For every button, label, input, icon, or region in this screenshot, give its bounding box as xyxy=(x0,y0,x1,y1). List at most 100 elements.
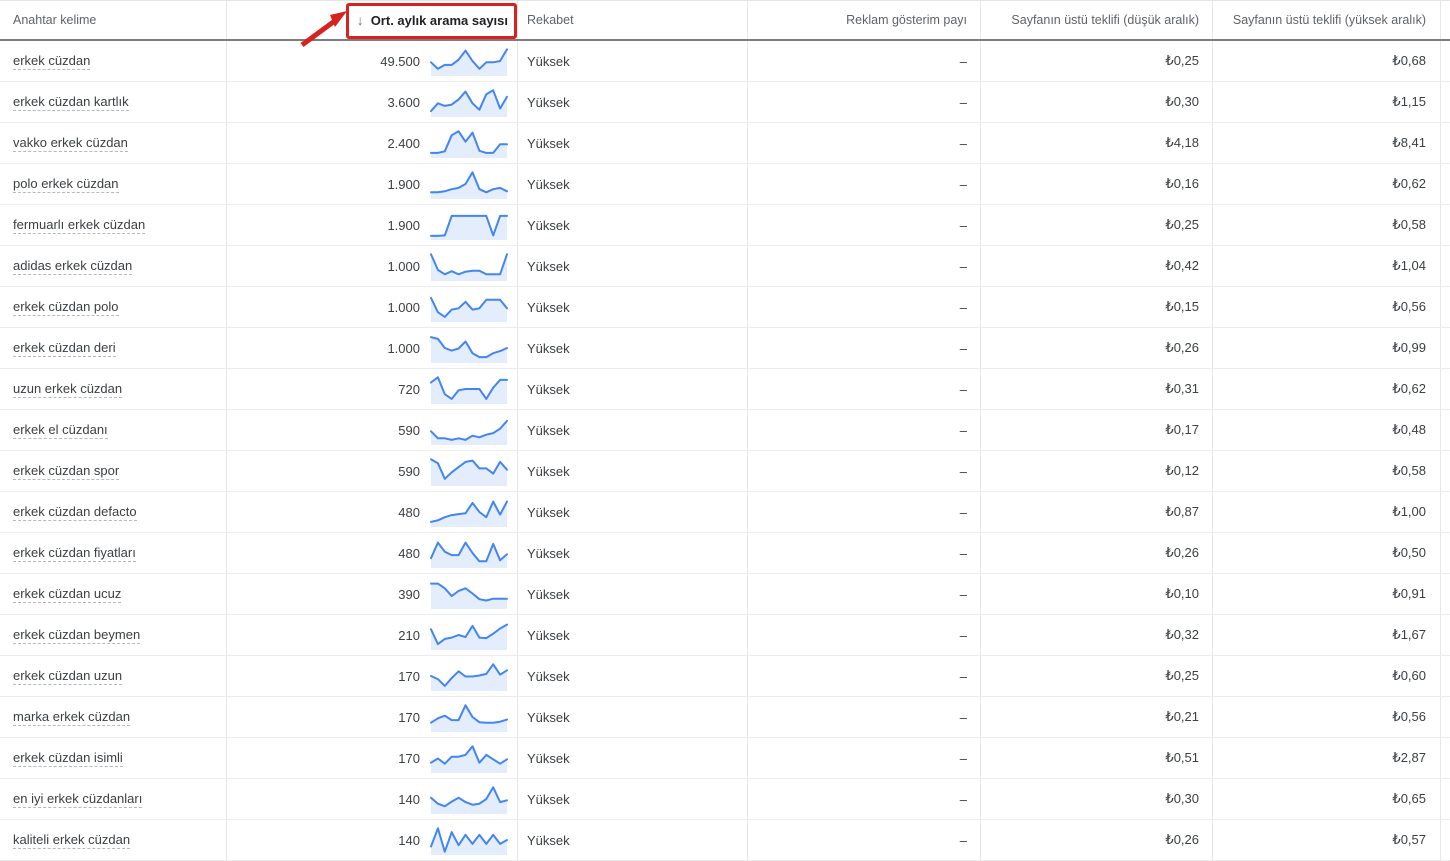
column-header-ad-impression-share[interactable]: Reklam gösterim payı xyxy=(748,1,981,39)
competition-value: Yüksek xyxy=(527,710,570,725)
keyword-link[interactable]: erkek cüzdan uzun xyxy=(13,668,122,685)
trend-sparkline xyxy=(429,87,509,117)
ad-impression-share-cell: – xyxy=(748,369,981,409)
competition-cell: Yüksek xyxy=(518,287,748,327)
competition-cell: Yüksek xyxy=(518,615,748,655)
row-right-gutter xyxy=(1441,410,1450,450)
keyword-ideas-table: Anahtar kelime ↓ Ort. aylık arama sayısı… xyxy=(0,0,1450,861)
ad-impression-share-cell: – xyxy=(748,492,981,532)
table-row: erkek cüzdan 49.500 Yüksek – ₺0,25 ₺0,68 xyxy=(0,41,1450,82)
competition-cell: Yüksek xyxy=(518,82,748,122)
keyword-cell: fermuarlı erkek cüzdan xyxy=(0,205,227,245)
keyword-link[interactable]: erkek cüzdan isimli xyxy=(13,750,123,767)
keyword-link[interactable]: kaliteli erkek cüzdan xyxy=(13,832,130,849)
table-row: fermuarlı erkek cüzdan 1.900 Yüksek – ₺0… xyxy=(0,205,1450,246)
keyword-link[interactable]: erkek el cüzdanı xyxy=(13,422,108,439)
top-bid-low-cell: ₺0,87 xyxy=(981,492,1213,532)
competition-cell: Yüksek xyxy=(518,656,748,696)
top-bid-high-cell: ₺0,58 xyxy=(1213,205,1441,245)
top-bid-low-value: ₺0,26 xyxy=(1165,832,1199,848)
ad-impression-share-cell: – xyxy=(748,533,981,573)
ad-impression-share-cell: – xyxy=(748,164,981,204)
ad-impression-share-value: – xyxy=(960,382,967,397)
search-volume-value: 1.000 xyxy=(387,300,420,315)
competition-value: Yüksek xyxy=(527,382,570,397)
trend-sparkline xyxy=(429,538,509,568)
top-bid-high-cell: ₺0,58 xyxy=(1213,451,1441,491)
keyword-link[interactable]: en iyi erkek cüzdanları xyxy=(13,791,142,808)
competition-cell: Yüksek xyxy=(518,123,748,163)
keyword-link[interactable]: polo erkek cüzdan xyxy=(13,176,119,193)
top-bid-low-cell: ₺0,31 xyxy=(981,369,1213,409)
keyword-link[interactable]: erkek cüzdan xyxy=(13,53,90,70)
trend-sparkline xyxy=(429,251,509,281)
ad-impression-share-value: – xyxy=(960,95,967,110)
avg-monthly-searches-cell: 170 xyxy=(227,656,518,696)
avg-monthly-searches-cell: 49.500 xyxy=(227,41,518,81)
keyword-link[interactable]: erkek cüzdan beymen xyxy=(13,627,140,644)
top-bid-high-cell: ₺1,00 xyxy=(1213,492,1441,532)
table-row: erkek el cüzdanı 590 Yüksek – ₺0,17 ₺0,4… xyxy=(0,410,1450,451)
column-header-competition[interactable]: Rekabet xyxy=(518,1,748,39)
keyword-link[interactable]: erkek cüzdan deri xyxy=(13,340,116,357)
keyword-link[interactable]: erkek cüzdan ucuz xyxy=(13,586,121,603)
competition-value: Yüksek xyxy=(527,505,570,520)
competition-value: Yüksek xyxy=(527,669,570,684)
ad-impression-share-value: – xyxy=(960,751,967,766)
competition-value: Yüksek xyxy=(527,792,570,807)
row-right-gutter xyxy=(1441,697,1450,737)
top-bid-low-cell: ₺0,25 xyxy=(981,205,1213,245)
avg-monthly-searches-cell: 480 xyxy=(227,533,518,573)
top-bid-high-cell: ₺0,91 xyxy=(1213,574,1441,614)
top-bid-high-cell: ₺8,41 xyxy=(1213,123,1441,163)
top-bid-high-value: ₺1,67 xyxy=(1392,627,1426,643)
keyword-link[interactable]: fermuarlı erkek cüzdan xyxy=(13,217,145,234)
keyword-link[interactable]: marka erkek cüzdan xyxy=(13,709,130,726)
keyword-link[interactable]: uzun erkek cüzdan xyxy=(13,381,122,398)
row-right-gutter xyxy=(1441,246,1450,286)
top-bid-low-value: ₺0,10 xyxy=(1165,586,1199,602)
table-row: uzun erkek cüzdan 720 Yüksek – ₺0,31 ₺0,… xyxy=(0,369,1450,410)
ad-impression-share-value: – xyxy=(960,177,967,192)
keyword-link[interactable]: erkek cüzdan spor xyxy=(13,463,119,480)
top-bid-high-value: ₺0,68 xyxy=(1392,53,1426,69)
column-header-top-bid-low[interactable]: Sayfanın üstü teklifi (düşük aralık) xyxy=(981,1,1213,39)
top-bid-low-value: ₺0,87 xyxy=(1165,504,1199,520)
top-bid-high-value: ₺0,99 xyxy=(1392,340,1426,356)
competition-cell: Yüksek xyxy=(518,738,748,778)
trend-sparkline xyxy=(429,210,509,240)
row-right-gutter xyxy=(1441,615,1450,655)
keyword-link[interactable]: erkek cüzdan polo xyxy=(13,299,119,316)
keyword-cell: erkek cüzdan fiyatları xyxy=(0,533,227,573)
column-header-keyword[interactable]: Anahtar kelime xyxy=(0,1,227,39)
ad-impression-share-cell: – xyxy=(748,615,981,655)
table-row: marka erkek cüzdan 170 Yüksek – ₺0,21 ₺0… xyxy=(0,697,1450,738)
keyword-cell: erkek cüzdan beymen xyxy=(0,615,227,655)
ad-impression-share-value: – xyxy=(960,341,967,356)
competition-value: Yüksek xyxy=(527,341,570,356)
top-bid-low-value: ₺0,17 xyxy=(1165,422,1199,438)
competition-cell: Yüksek xyxy=(518,246,748,286)
column-header-avg-monthly-searches[interactable]: ↓ Ort. aylık arama sayısı xyxy=(227,1,518,39)
row-right-gutter xyxy=(1441,82,1450,122)
top-bid-low-value: ₺0,12 xyxy=(1165,463,1199,479)
keyword-link[interactable]: erkek cüzdan kartlık xyxy=(13,94,129,111)
top-bid-low-cell: ₺0,26 xyxy=(981,820,1213,860)
table-row: erkek cüzdan beymen 210 Yüksek – ₺0,32 ₺… xyxy=(0,615,1450,656)
keyword-link[interactable]: erkek cüzdan fiyatları xyxy=(13,545,136,562)
competition-cell: Yüksek xyxy=(518,574,748,614)
ad-impression-share-value: – xyxy=(960,54,967,69)
ad-impression-share-value: – xyxy=(960,546,967,561)
keyword-link[interactable]: adidas erkek cüzdan xyxy=(13,258,132,275)
avg-monthly-searches-cell: 170 xyxy=(227,697,518,737)
keyword-link[interactable]: erkek cüzdan defacto xyxy=(13,504,137,521)
keyword-link[interactable]: vakko erkek cüzdan xyxy=(13,135,128,152)
avg-monthly-searches-cell: 170 xyxy=(227,738,518,778)
ad-impression-share-value: – xyxy=(960,259,967,274)
avg-monthly-searches-cell: 390 xyxy=(227,574,518,614)
keyword-cell: polo erkek cüzdan xyxy=(0,164,227,204)
table-right-gutter xyxy=(1441,1,1450,39)
trend-sparkline xyxy=(429,46,509,76)
column-header-top-bid-high[interactable]: Sayfanın üstü teklifi (yüksek aralık) xyxy=(1213,1,1441,39)
row-right-gutter xyxy=(1441,369,1450,409)
